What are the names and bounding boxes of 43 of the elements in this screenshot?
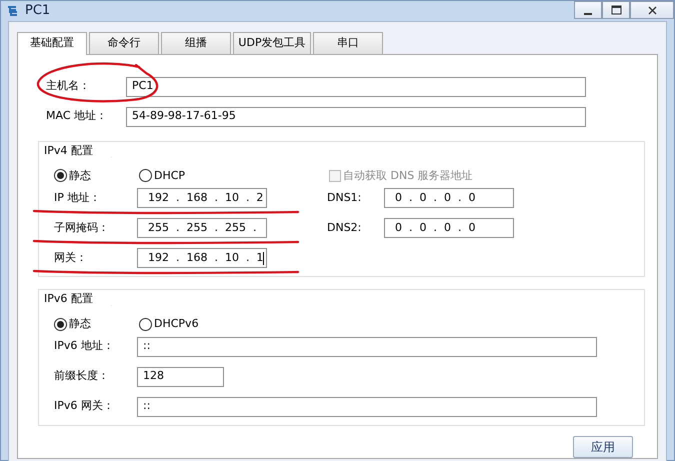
ip-address-field[interactable]: 192 . 168 . 10 . 2 (137, 188, 267, 208)
field-label: 子网掩码： (54, 220, 110, 236)
close-icon (648, 6, 656, 14)
tab[interactable]: UDP发包工具 (233, 32, 311, 54)
ip-address-field[interactable]: 255 . 255 . 255 . (137, 218, 267, 238)
text-field[interactable]: :: (137, 396, 597, 416)
tab[interactable]: 命令行 (89, 32, 159, 54)
ip-address-field[interactable]: 0 . 0 . 0 . 0 (384, 188, 514, 208)
field-label: DNS1: (327, 190, 362, 206)
tab[interactable]: 基础配置 (17, 32, 87, 54)
text-field[interactable]: PC1 (126, 76, 586, 96)
tab[interactable]: 串口 (313, 32, 383, 54)
text-field[interactable]: :: (137, 336, 597, 356)
field-label: IPv6 网关： (54, 398, 115, 414)
field-label: MAC 地址： (46, 108, 108, 124)
field-label: 主机名： (46, 78, 91, 94)
field-label: 前缀长度： (54, 368, 110, 384)
window-title: PC1 (25, 2, 50, 20)
close-button[interactable] (630, 1, 674, 19)
minimize-icon (584, 12, 592, 14)
radio-button[interactable] (54, 169, 67, 182)
radio-button[interactable] (139, 318, 152, 331)
radio-button[interactable] (139, 169, 152, 182)
radio-label: DHCP (154, 168, 186, 184)
field-label: DNS2: (327, 220, 362, 236)
field-label: IP 地址： (54, 190, 102, 206)
network-app-icon (6, 4, 20, 18)
tab[interactable]: 组播 (161, 32, 231, 54)
text-field[interactable]: 128 (137, 366, 224, 386)
radio-label: DHCPv6 (154, 316, 199, 332)
radio-button[interactable] (54, 318, 67, 331)
apply-button[interactable]: 应用 (573, 436, 633, 458)
minimize-button[interactable] (574, 1, 602, 19)
ip-address-field[interactable]: 0 . 0 . 0 . 0 (384, 218, 514, 238)
radio-label: 静态 (69, 316, 91, 332)
field-label: IPv6 地址： (54, 338, 115, 354)
checkbox-label: 自动获取 DNS 服务器地址 (343, 168, 473, 184)
maximize-icon (610, 5, 622, 15)
maximize-button[interactable] (602, 1, 630, 19)
ip-address-field[interactable]: 192 . 168 . 10 . 1 (137, 248, 267, 268)
text-field[interactable]: 54-89-98-17-61-95 (126, 106, 586, 126)
radio-label: 静态 (69, 168, 91, 184)
field-label: 网关： (54, 250, 88, 266)
